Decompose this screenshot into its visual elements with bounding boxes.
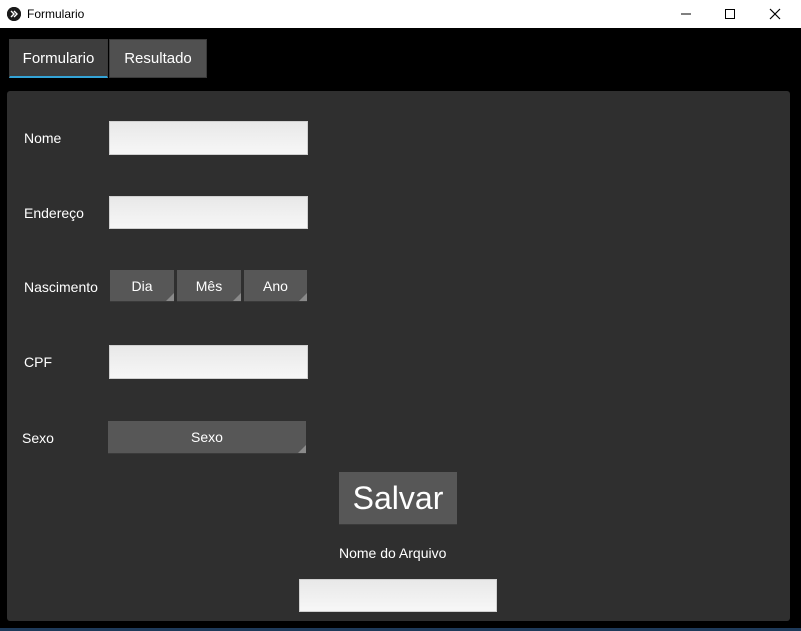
- tab-resultado[interactable]: Resultado: [109, 39, 207, 78]
- salvar-button[interactable]: Salvar: [339, 472, 457, 525]
- maximize-icon: [725, 9, 735, 19]
- nome-input[interactable]: [109, 121, 308, 155]
- arquivo-label: Nome do Arquivo: [339, 545, 447, 561]
- maximize-button[interactable]: [707, 0, 753, 28]
- app-window: Formulario Formulario Resultado Nome End…: [0, 0, 801, 631]
- tab-formulario[interactable]: Formulario: [9, 39, 108, 78]
- title-bar: Formulario: [0, 0, 801, 28]
- dia-select[interactable]: Dia: [110, 270, 174, 302]
- window-title: Formulario: [27, 7, 85, 21]
- close-button[interactable]: [752, 0, 798, 28]
- sexo-select[interactable]: Sexo: [108, 421, 306, 454]
- sexo-label: Sexo: [22, 430, 54, 446]
- nome-label: Nome: [24, 130, 62, 146]
- minimize-button[interactable]: [663, 0, 709, 28]
- cpf-input[interactable]: [109, 345, 308, 379]
- form-panel: Nome Endereço Nascimento Dia Mês Ano CPF…: [7, 91, 790, 621]
- mes-select[interactable]: Mês: [177, 270, 241, 302]
- minimize-icon: [681, 13, 691, 15]
- endereco-label: Endereço: [24, 205, 84, 221]
- ano-select[interactable]: Ano: [244, 270, 307, 302]
- nascimento-label: Nascimento: [24, 279, 98, 295]
- close-icon: [769, 8, 781, 20]
- arquivo-input[interactable]: [299, 579, 497, 612]
- app-icon: [7, 7, 21, 21]
- endereco-input[interactable]: [109, 196, 308, 229]
- cpf-label: CPF: [24, 354, 52, 370]
